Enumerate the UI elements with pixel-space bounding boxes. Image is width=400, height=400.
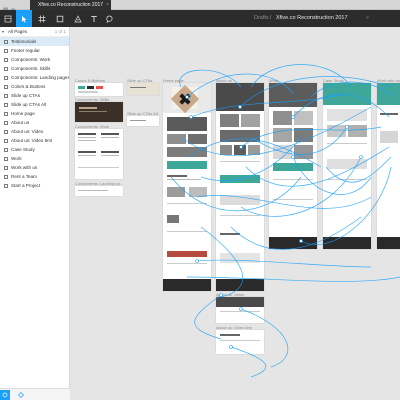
shape-tool-icon[interactable] — [52, 10, 68, 27]
page-icon — [4, 156, 8, 161]
page-icon — [4, 120, 8, 125]
page-icon — [4, 93, 8, 98]
page-item[interactable]: About us: Video 8ml — [0, 136, 69, 145]
prototype-connections — [170, 64, 400, 378]
text-tool-icon[interactable] — [86, 10, 102, 27]
page-item[interactable]: Work — [0, 154, 69, 163]
menu-icon[interactable] — [0, 10, 16, 27]
pages-count: 1 of 1 — [54, 29, 66, 34]
page-item-label: Slide up CTAs — [11, 93, 41, 98]
components-icon[interactable] — [16, 390, 26, 400]
breadcrumb-separator: / — [270, 15, 272, 21]
pages-sidebar: ▾ All Pages 1 of 1 Testimonials Footer re… — [0, 27, 70, 400]
page-icon — [4, 75, 8, 80]
page-icon — [4, 39, 8, 44]
close-tab-icon[interactable]: × — [106, 0, 109, 10]
page-icon — [4, 57, 8, 62]
page-item[interactable]: Testimonials — [0, 37, 69, 46]
page-item-label: Components: Work — [11, 57, 51, 62]
page-item[interactable]: Colors & Buttons — [0, 82, 69, 91]
sidebar-footer — [0, 388, 70, 400]
page-item[interactable]: Case Study — [0, 145, 69, 154]
page-icon — [4, 183, 8, 188]
page-item-label: Components: Landing pages — [11, 75, 69, 80]
page-item[interactable]: Start a Project — [0, 181, 69, 190]
breadcrumb-file[interactable]: Xfive.co Reconstruction 2017 — [276, 10, 348, 27]
page-item[interactable]: Components: Landing pages — [0, 73, 69, 82]
page-item-label: Slide up CTAs Alt — [11, 102, 47, 107]
page-item[interactable]: About us — [0, 118, 69, 127]
page-item-label: About us: Video — [11, 129, 44, 134]
page-item[interactable]: Footer regular — [0, 46, 69, 55]
pen-tool-icon[interactable] — [70, 10, 86, 27]
page-item-label: Work — [11, 156, 22, 161]
pages-header[interactable]: ▾ All Pages 1 of 1 — [0, 27, 69, 37]
page-item[interactable]: Home page — [0, 109, 69, 118]
page-icon — [4, 147, 8, 152]
page-icon — [4, 102, 8, 107]
page-list: Testimonials Footer regular Components: Wo… — [0, 37, 69, 190]
page-item-label: Footer regular — [11, 48, 40, 53]
page-item-label: About us: Video 8ml — [11, 138, 53, 143]
page-item-label: About us — [11, 120, 30, 125]
file-tab[interactable]: Xfive.co Reconstruction 2017 × — [30, 0, 112, 10]
comment-tool-icon[interactable] — [102, 10, 118, 27]
page-icon — [4, 174, 8, 179]
page-item-label: Testimonials — [11, 39, 37, 44]
title-bar: Xfive.co Reconstruction 2017 × — [0, 0, 400, 13]
page-item[interactable]: About us: Video — [0, 127, 69, 136]
breadcrumb-project[interactable]: Drafts — [254, 10, 269, 27]
layers-icon[interactable] — [0, 390, 10, 400]
page-item-label: Components: Skills — [11, 66, 51, 71]
page-icon — [4, 66, 8, 71]
window-controls-icon[interactable] — [2, 1, 22, 13]
page-icon — [4, 48, 8, 53]
page-item-label: Home page — [11, 111, 35, 116]
page-item-label: Rent a Team — [11, 174, 37, 179]
page-item-label: Start a Project — [11, 183, 41, 188]
page-item-label: Work with us — [11, 165, 38, 170]
figma-app: Xfive.co Reconstruction 2017 × Drafts / … — [0, 0, 400, 400]
canvas[interactable]: Colors & Buttons Slide up CTAs Home page… — [71, 27, 400, 400]
page-item[interactable]: Slide up CTAs Alt — [0, 100, 69, 109]
move-tool-icon[interactable] — [16, 10, 32, 27]
page-icon — [4, 165, 8, 170]
page-item-label: Colors & Buttons — [11, 84, 46, 89]
page-item[interactable]: Components: Work — [0, 55, 69, 64]
page-icon — [4, 84, 8, 89]
chevron-down-icon[interactable]: ˅ — [366, 10, 369, 27]
toolbar: Drafts / Xfive.co Reconstruction 2017 ˅ — [0, 10, 400, 27]
page-item[interactable]: Rent a Team — [0, 172, 69, 181]
pages-header-label: All Pages — [8, 29, 28, 34]
caret-down-icon[interactable]: ▾ — [2, 27, 4, 37]
page-icon — [4, 111, 8, 116]
file-tab-title: Xfive.co Reconstruction 2017 — [38, 2, 104, 8]
page-item[interactable]: Slide up CTAs — [0, 91, 69, 100]
page-item-label: Case Study — [11, 147, 35, 152]
page-icon — [4, 129, 8, 134]
page-icon — [4, 138, 8, 143]
page-item[interactable]: Work with us — [0, 163, 69, 172]
page-item[interactable]: Components: Skills — [0, 64, 69, 73]
frame-tool-icon[interactable] — [34, 10, 50, 27]
